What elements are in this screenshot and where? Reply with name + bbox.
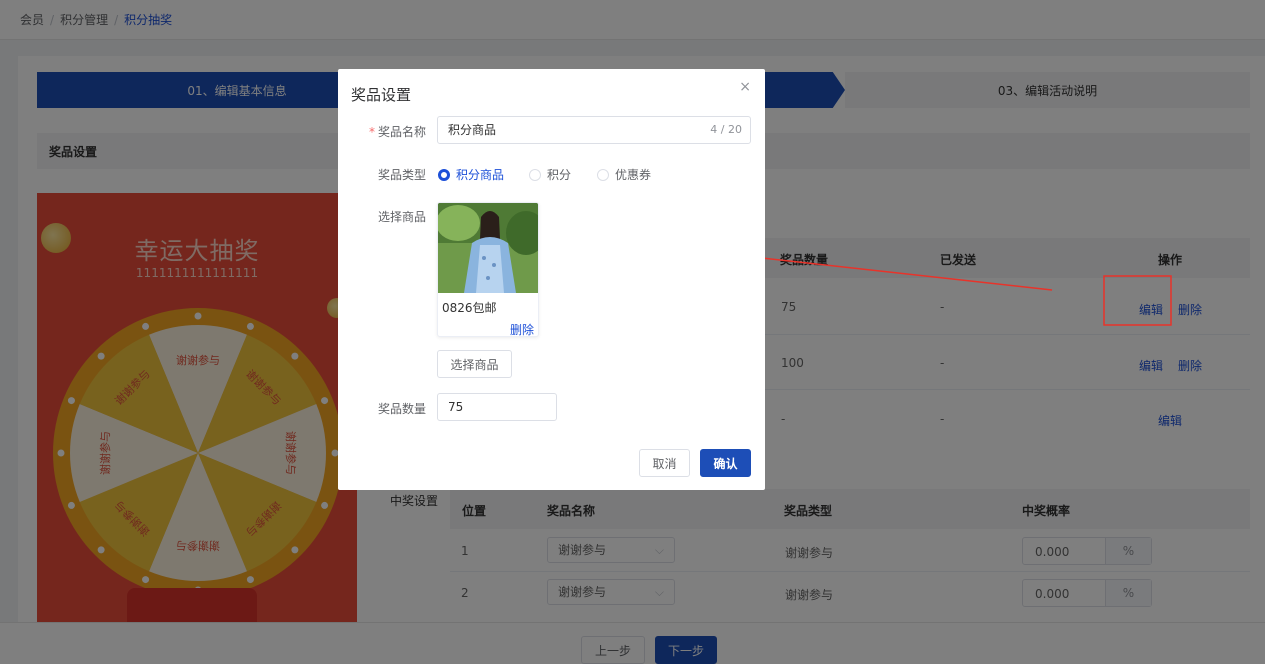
product-card: 0826包邮 删除 bbox=[437, 202, 539, 337]
radio-points[interactable]: 积分 bbox=[529, 166, 571, 183]
select-product-button[interactable]: 选择商品 bbox=[437, 350, 512, 378]
required-mark: * bbox=[368, 125, 375, 139]
radio-label: 积分商品 bbox=[456, 168, 505, 182]
cancel-button[interactable]: 取消 bbox=[639, 449, 690, 477]
radio-dot bbox=[597, 168, 609, 181]
prize-name-input[interactable]: 积分商品 4 / 20 bbox=[437, 116, 751, 144]
close-icon[interactable]: × bbox=[739, 79, 751, 95]
annotation-highlight-box bbox=[1103, 275, 1172, 326]
product-delete-link[interactable]: 删除 bbox=[510, 321, 534, 336]
radio-label: 积分 bbox=[547, 168, 572, 182]
prize-qty-input[interactable]: 75 bbox=[437, 393, 557, 421]
char-counter: 4 / 20 bbox=[710, 123, 742, 136]
confirm-button[interactable]: 确认 bbox=[700, 449, 751, 477]
prize-name-label: * 奖品名称 bbox=[346, 123, 426, 140]
input-value: 75 bbox=[448, 400, 464, 414]
label-text: 奖品名称 bbox=[377, 125, 426, 139]
select-product-label: 选择商品 bbox=[377, 210, 426, 224]
dialog-title: 奖品设置 bbox=[351, 86, 412, 104]
radio-points-product[interactable]: 积分商品 bbox=[438, 166, 504, 183]
radio-label: 优惠券 bbox=[615, 168, 652, 182]
prize-type-label: 奖品类型 bbox=[377, 168, 426, 182]
prize-qty-label: 奖品数量 bbox=[377, 402, 426, 416]
product-image bbox=[438, 203, 538, 293]
radio-dot bbox=[438, 168, 450, 181]
input-value: 积分商品 bbox=[448, 123, 497, 137]
product-name: 0826包邮 bbox=[442, 301, 497, 315]
radio-dot bbox=[529, 168, 541, 181]
radio-coupon[interactable]: 优惠券 bbox=[597, 166, 651, 183]
